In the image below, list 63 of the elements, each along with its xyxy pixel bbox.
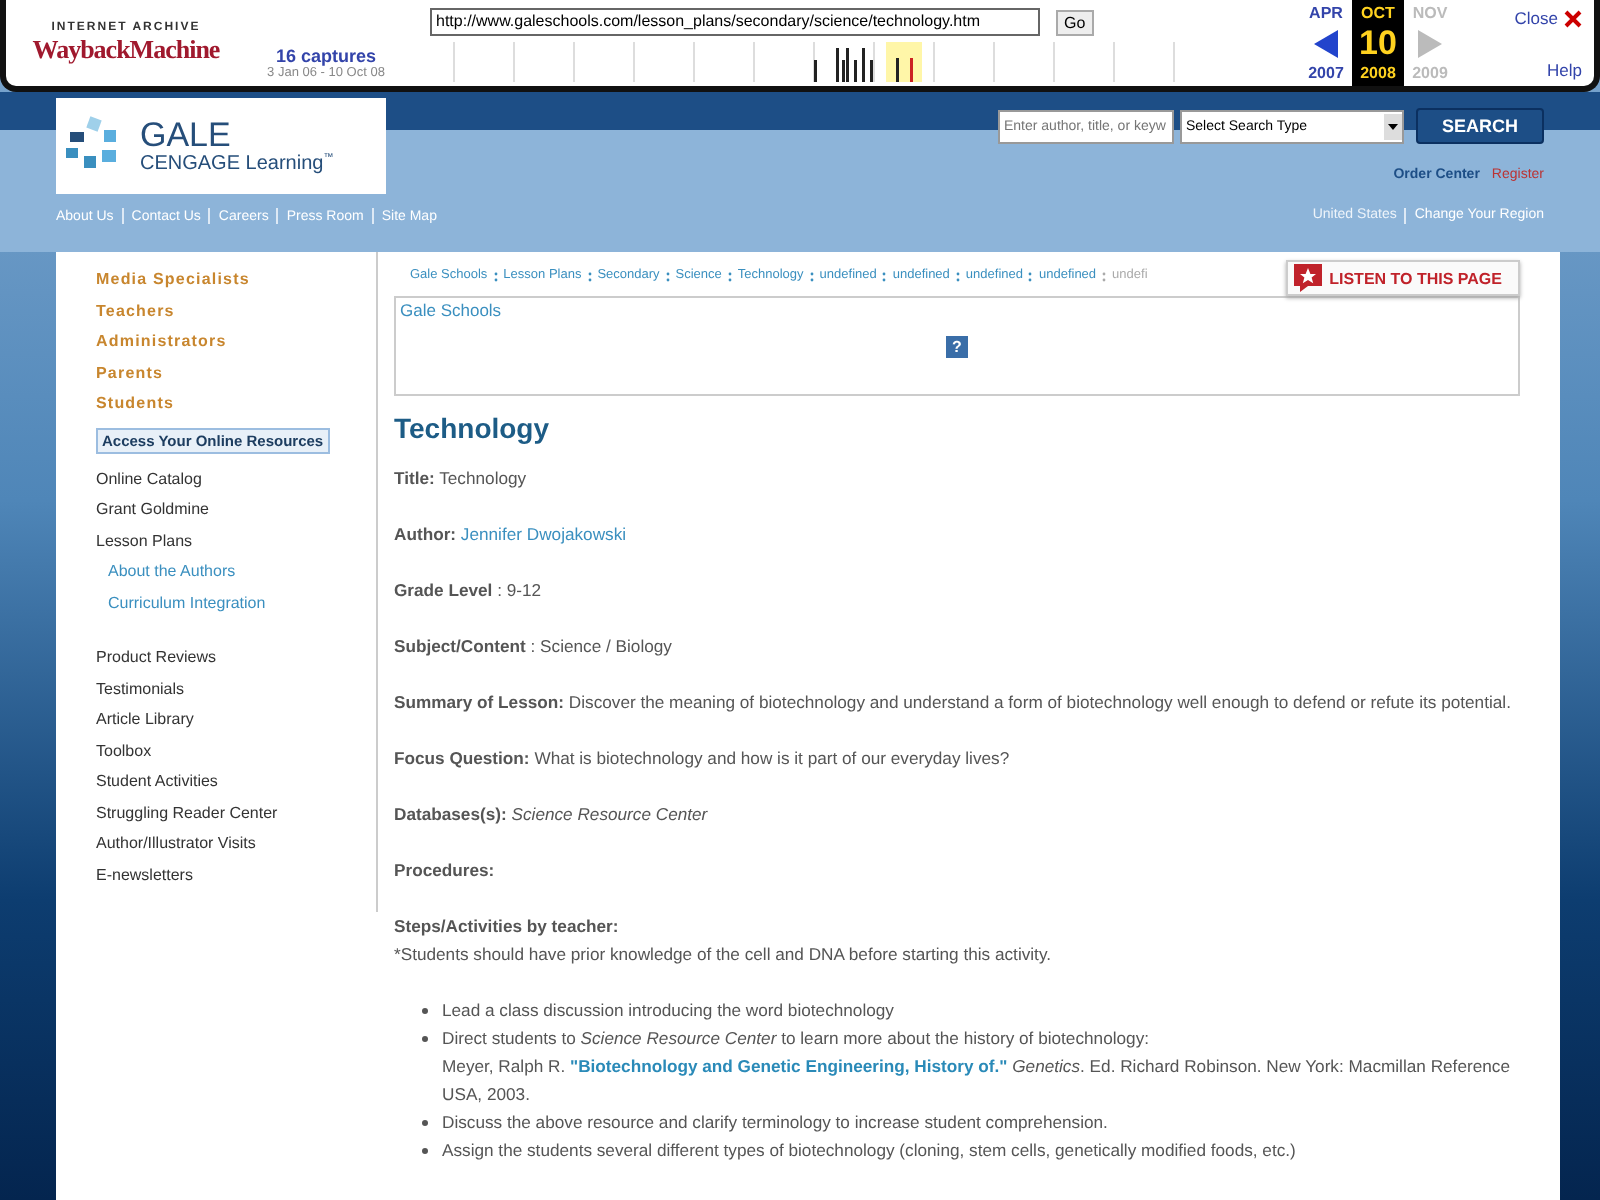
citation-text: Meyer, Ralph R. "Biotechnology and Genetic Engineering, History of." Genetics. Ed. Richard Robinson. New York: Macmillan Reference USA, 2003. [442,1056,1510,1104]
go-button[interactable]: Go [1056,9,1094,35]
speech-star-icon [1293,264,1322,292]
audience-link[interactable]: Media Specialists [96,264,376,295]
sidebar-sublink[interactable]: About the Authors [96,556,376,587]
sidebar-sublink[interactable]: Curriculum Integration [96,587,376,618]
month-column[interactable]: APR 2007 [1300,0,1352,86]
separator-icon [1028,269,1033,281]
sidebar-link[interactable]: E-newsletters [96,859,376,890]
gale-cengage-logo[interactable]: GALE CENGAGE Learning$^{™}$ [56,98,386,194]
lesson-field: Grade Level : 9-12 [394,576,1520,604]
lesson-field: Subject/Content : Science / Biology [394,632,1520,660]
listen-button[interactable]: LISTEN TO THIS PAGE [1285,260,1520,296]
search-button[interactable]: SEARCH [1415,108,1544,144]
lesson-field: Title: Technology [394,464,1520,492]
step-text: Assign the students several different types of biotechnology (cloning, stem cells, genetically modified foods, etc.) [442,1140,1296,1160]
audience-link[interactable]: Parents [96,357,376,388]
audience-link[interactable]: Students [96,388,376,419]
bullet-icon [422,1036,428,1042]
captures-link[interactable]: 16 captures [275,46,377,66]
url-field[interactable]: http://www.galeschools.com/lesson_plans/secondary/science/technology.htm [430,8,1040,36]
sidebar-link[interactable]: Toolbox [96,735,376,766]
step-text: Direct students to Science Resource Center to learn more about the history of biotechnology: [442,1028,1149,1048]
close-icon[interactable] [1564,9,1582,27]
bullet-icon [422,1120,428,1126]
audience-link[interactable]: Teachers [96,295,376,326]
sidebar-link[interactable]: Struggling Reader Center [96,797,376,828]
left-arrow-icon[interactable] [1314,29,1338,57]
separator-icon [587,269,592,281]
sidebar-link[interactable]: Online Catalog [96,463,376,494]
sidebar-link[interactable]: Lesson Plans [96,525,376,556]
lesson-field: Author: Jennifer Dwojakowski [394,520,1520,548]
close-link[interactable]: Close [1514,8,1582,28]
sidebar-link[interactable]: Testimonials [96,673,376,704]
gale-schools-link[interactable]: Gale Schools [396,298,1518,322]
broken-image-icon: ? [946,336,968,358]
wayback-logo[interactable]: WaybackMachine [32,33,220,65]
step-text: Lead a class discussion introducing the word biotechnology [442,1000,894,1020]
bullet-icon [422,1148,428,1154]
step-text: Discuss the above resource and clarify terminology to increase student comprehension. [442,1112,1108,1132]
separator-icon [1102,269,1107,281]
month-column[interactable]: OCT 10 2008 [1352,0,1404,86]
separator-icon [493,269,498,281]
sidebar-link[interactable]: Grant Goldmine [96,494,376,525]
separator-icon [809,269,814,281]
steps-note: *Students should have prior knowledge of the cell and DNA before starting this activity. [394,942,1053,968]
sidebar-link[interactable]: Article Library [96,704,376,735]
lesson-field: Summary of Lesson: Discover the meaning of biotechnology and understand a form of biotechnology well enough to defend or refute its potential. [394,688,1520,716]
help-link[interactable]: Help [1547,60,1582,80]
separator-icon [882,269,887,281]
sidebar-link[interactable]: Student Activities [96,766,376,797]
bullet-icon [422,1008,428,1014]
lesson-field: Databases(s): Science Resource Center [394,800,1520,828]
sidebar-link[interactable]: Product Reviews [96,642,376,673]
separator-icon [665,269,670,281]
lesson-field: Focus Question: What is biotechnology and how is it part of our everyday lives? [394,744,1520,772]
page-heading: Technology [394,412,552,444]
lesson-field: Procedures: [394,856,1520,884]
sidebar-link[interactable]: Author/Illustrator Visits [96,828,376,859]
separator-icon [727,269,732,281]
audience-link[interactable]: Administrators [96,326,376,357]
separator-icon [955,269,960,281]
steps-label: Steps/Activities by teacher: [394,914,621,940]
